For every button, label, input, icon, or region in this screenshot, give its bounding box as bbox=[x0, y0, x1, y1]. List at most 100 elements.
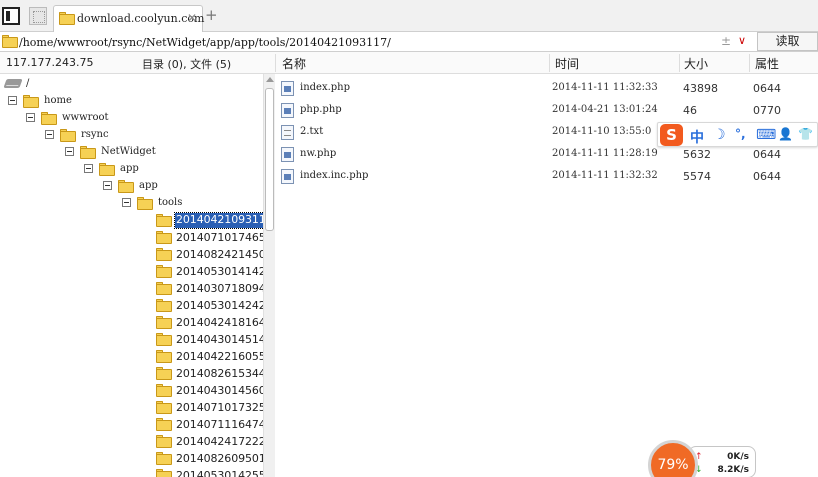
tree-node-subfolder[interactable]: 20140710173253 bbox=[0, 399, 273, 416]
file-name: php.php bbox=[300, 104, 342, 115]
file-attr: 0644 bbox=[753, 82, 781, 95]
tree-node-app[interactable]: app bbox=[0, 178, 170, 195]
folder-icon bbox=[156, 469, 172, 477]
column-header-time[interactable]: 时间 bbox=[555, 55, 579, 72]
tree-node-tools[interactable]: tools bbox=[0, 195, 200, 212]
file-name: 2.txt bbox=[300, 126, 324, 137]
drive-icon bbox=[3, 79, 23, 88]
skin-icon[interactable]: 👕 bbox=[798, 127, 813, 141]
file-time: 2014-11-11 11:32:33 bbox=[552, 82, 658, 93]
tree-node-label: app bbox=[139, 180, 158, 191]
tree-node-label: 20140422160554 bbox=[176, 350, 273, 363]
collapse-icon[interactable] bbox=[45, 130, 54, 139]
column-header-size[interactable]: 大小 bbox=[684, 55, 708, 72]
folder-icon bbox=[99, 163, 115, 176]
table-row[interactable]: php.php 2014-04-21 13:01:24 46 0770 bbox=[276, 99, 818, 121]
read-button[interactable]: 读取 bbox=[757, 32, 818, 51]
tree-node-label: 20140711164749 bbox=[176, 418, 273, 431]
file-name: index.php bbox=[300, 82, 351, 93]
tree-node-rsync[interactable]: rsync bbox=[0, 127, 130, 144]
column-header-name[interactable]: 名称 bbox=[282, 55, 306, 72]
collapse-icon[interactable] bbox=[8, 96, 17, 105]
tree-node-subfolder[interactable]: 20140530142550 bbox=[0, 467, 273, 477]
folder-icon bbox=[156, 384, 172, 397]
tree-node-label: app bbox=[120, 163, 139, 174]
tree-node-subfolder[interactable]: 20140826153442 bbox=[0, 365, 273, 382]
collapse-icon[interactable] bbox=[84, 164, 93, 173]
chevron-down-icon[interactable]: ∨ bbox=[738, 34, 746, 47]
tree-node-subfolder[interactable]: 20140430145148 bbox=[0, 331, 273, 348]
folder-icon bbox=[156, 452, 172, 465]
tree-node-subfolder[interactable]: 20140424172223 bbox=[0, 433, 273, 450]
tree-node-home[interactable]: home bbox=[0, 93, 100, 110]
blank-tab-icon[interactable] bbox=[29, 7, 47, 25]
download-speed: 8.2K/s bbox=[717, 465, 749, 475]
tree-scrollbar[interactable] bbox=[263, 74, 275, 477]
tree-node-subfolder[interactable]: 20140422160554 bbox=[0, 348, 273, 365]
collapse-icon[interactable] bbox=[65, 147, 74, 156]
php-file-icon bbox=[281, 169, 294, 184]
tree-node-label: 20140430145148 bbox=[176, 333, 273, 346]
file-attr: 0770 bbox=[753, 104, 781, 117]
folder-icon bbox=[80, 146, 96, 159]
folder-icon bbox=[156, 333, 172, 346]
tree-node-label: 20140710174654 bbox=[176, 231, 273, 244]
path-input[interactable] bbox=[19, 33, 754, 50]
scrollbar-thumb[interactable] bbox=[265, 88, 274, 231]
tree-node-subfolder[interactable]: 20140530141424 bbox=[0, 263, 273, 280]
column-divider[interactable] bbox=[549, 54, 550, 72]
sidebar-toggle-icon[interactable] bbox=[2, 7, 20, 25]
column-divider[interactable] bbox=[275, 54, 276, 72]
folder-icon bbox=[156, 299, 172, 312]
tree-node-subfolder[interactable]: 20140826095011 bbox=[0, 450, 273, 467]
server-ip: 117.177.243.75 bbox=[6, 56, 94, 69]
tree-node-label-selected: 20140421093117 bbox=[174, 212, 274, 229]
tree-node-app[interactable]: app bbox=[0, 161, 150, 178]
tree-node-subfolder[interactable]: 20140711164749 bbox=[0, 416, 273, 433]
folder-icon bbox=[156, 316, 172, 329]
chinese-mode-icon[interactable]: 中 bbox=[690, 127, 704, 147]
tree-node-label: 20140430145604 bbox=[176, 384, 273, 397]
tree-node-label: NetWidget bbox=[101, 146, 156, 157]
column-divider[interactable] bbox=[749, 54, 750, 72]
close-icon[interactable]: ✕ bbox=[187, 11, 197, 25]
folder-icon bbox=[156, 214, 172, 227]
column-header-attr[interactable]: 属性 bbox=[755, 55, 779, 72]
folder-icon bbox=[156, 248, 172, 261]
network-speed-widget[interactable]: ↑ 0K/s ↓ 8.2K/s 79% bbox=[648, 440, 758, 477]
folder-icon bbox=[23, 95, 39, 108]
tab-download-coolyun[interactable]: download.coolyun.com ✕ bbox=[53, 5, 204, 32]
folder-icon bbox=[156, 418, 172, 431]
php-file-icon bbox=[281, 103, 294, 118]
table-row[interactable]: index.inc.php 2014-11-11 11:32:32 5574 0… bbox=[276, 165, 818, 187]
user-icon[interactable]: 👤 bbox=[778, 127, 793, 141]
collapse-icon[interactable] bbox=[103, 181, 112, 190]
keyboard-icon[interactable]: ⌨ bbox=[756, 127, 776, 143]
column-divider[interactable] bbox=[679, 54, 680, 72]
tree-node-subfolder[interactable]: 20140824214500 bbox=[0, 246, 273, 263]
tree-node-label: 20140307180942 bbox=[176, 282, 273, 295]
scroll-up-icon[interactable] bbox=[266, 77, 274, 82]
folder-icon bbox=[2, 35, 18, 48]
tree-root[interactable]: / bbox=[0, 76, 80, 93]
sogou-logo-icon[interactable]: S bbox=[660, 124, 683, 146]
pin-icon[interactable]: ± bbox=[721, 34, 731, 48]
collapse-icon[interactable] bbox=[26, 113, 35, 122]
memory-usage-badge[interactable]: 79% bbox=[648, 440, 698, 477]
moon-icon[interactable]: ☽ bbox=[713, 127, 726, 143]
new-tab-button[interactable]: + bbox=[205, 6, 218, 24]
file-size: 5574 bbox=[683, 170, 711, 183]
table-row[interactable]: index.php 2014-11-11 11:32:33 43898 0644 bbox=[276, 77, 818, 99]
tree-node-subfolder[interactable]: 20140424181640 bbox=[0, 314, 273, 331]
tree-node-netwidget[interactable]: NetWidget bbox=[0, 144, 170, 161]
tree-node-subfolder[interactable]: 20140710174654 bbox=[0, 229, 273, 246]
tree-node-subfolder[interactable]: 20140421093117 bbox=[0, 212, 274, 229]
tree-node-subfolder[interactable]: 20140430145604 bbox=[0, 382, 273, 399]
tree-node-subfolder[interactable]: 20140530142429 bbox=[0, 297, 273, 314]
tree-node-wwwroot[interactable]: wwwroot bbox=[0, 110, 120, 127]
tree-node-subfolder[interactable]: 20140307180942 bbox=[0, 280, 273, 297]
tree-node-label: rsync bbox=[81, 129, 109, 140]
folder-icon bbox=[156, 265, 172, 278]
punctuation-icon[interactable]: °, bbox=[735, 127, 746, 141]
collapse-icon[interactable] bbox=[122, 198, 131, 207]
